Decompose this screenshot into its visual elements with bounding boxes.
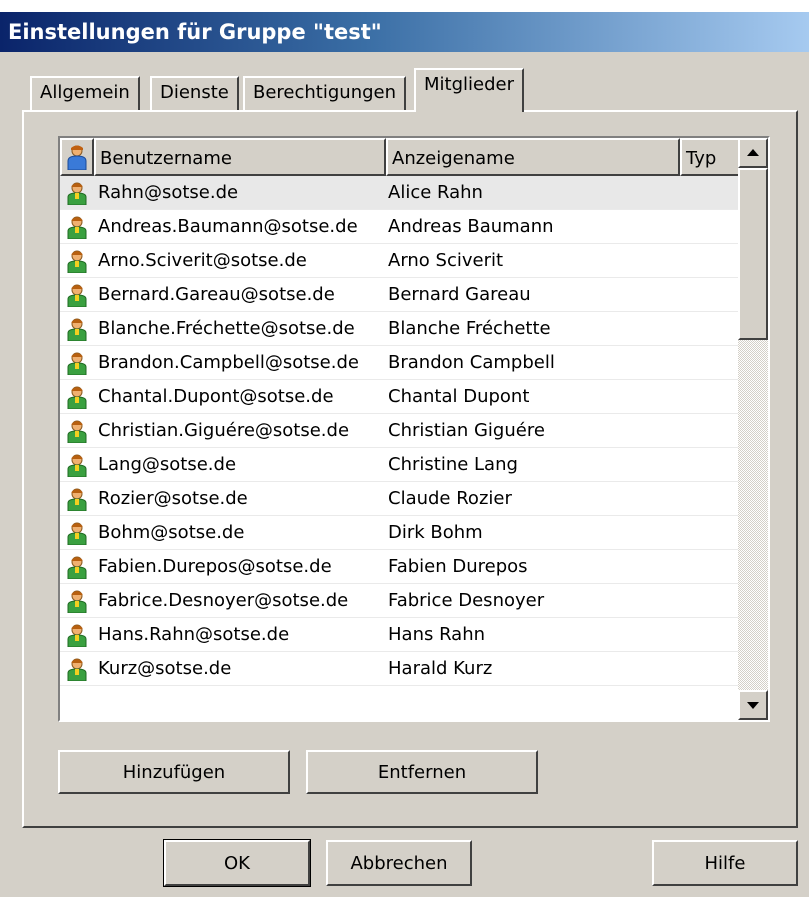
header-typ[interactable]: Typ	[680, 138, 740, 176]
scroll-up-button[interactable]	[738, 138, 768, 168]
header-anzeigename[interactable]: Anzeigename	[386, 138, 680, 176]
ok-button[interactable]: OK	[163, 839, 311, 887]
cell-benutzername: Kurz@sotse.de	[98, 658, 232, 679]
vertical-scrollbar[interactable]	[738, 138, 768, 720]
user-icon	[67, 590, 87, 613]
cell-anzeigename: Arno Sciverit	[388, 250, 504, 271]
cell-benutzername: Fabrice.Desnoyer@sotse.de	[98, 590, 349, 611]
table-row[interactable]: Kurz@sotse.de Harald Kurz	[60, 652, 740, 686]
user-icon	[67, 182, 87, 205]
cell-anzeigename: Chantal Dupont	[388, 386, 530, 407]
table-row[interactable]: Brandon.Campbell@sotse.de Brandon Campbel…	[60, 346, 740, 380]
users-header-icon	[67, 145, 87, 170]
cancel-button[interactable]: Abbrechen	[326, 840, 472, 886]
cell-anzeigename: Fabrice Desnoyer	[388, 590, 545, 611]
table-row[interactable]: Fabien.Durepos@sotse.de Fabien Durepos	[60, 550, 740, 584]
cell-benutzername: Brandon.Campbell@sotse.de	[98, 352, 359, 373]
top-strip	[0, 0, 809, 12]
table-row[interactable]: Chantal.Dupont@sotse.de Chantal Dupont	[60, 380, 740, 414]
table-row[interactable]: Hans.Rahn@sotse.de Hans Rahn	[60, 618, 740, 652]
cell-anzeigename: Christine Lang	[388, 454, 518, 475]
cell-benutzername: Bernard.Gareau@sotse.de	[98, 284, 335, 305]
table-row[interactable]: Andreas.Baumann@sotse.de Andreas Baumann	[60, 210, 740, 244]
add-member-button[interactable]: Hinzufügen	[58, 750, 290, 794]
user-icon	[67, 352, 87, 375]
cell-benutzername: Lang@sotse.de	[98, 454, 237, 475]
cell-benutzername: Christian.Giguére@sotse.de	[98, 420, 350, 441]
cell-anzeigename: Hans Rahn	[388, 624, 486, 645]
user-icon	[67, 556, 87, 579]
cell-anzeigename: Andreas Baumann	[388, 216, 554, 237]
members-list[interactable]: Benutzername Anzeigename Typ Rahn@sotse.…	[58, 136, 770, 722]
cell-anzeigename: Blanche Fréchette	[388, 318, 551, 339]
header-user-icon-column[interactable]	[60, 138, 94, 176]
cell-anzeigename: Brandon Campbell	[388, 352, 555, 373]
user-icon	[67, 658, 87, 681]
arrow-down-icon	[747, 702, 759, 709]
arrow-up-icon	[747, 149, 759, 156]
user-icon	[67, 454, 87, 477]
help-button[interactable]: Hilfe	[652, 840, 798, 886]
dialog-title: Einstellungen für Gruppe "test"	[0, 12, 809, 52]
scroll-thumb[interactable]	[738, 168, 768, 340]
user-icon	[67, 386, 87, 409]
table-row[interactable]: Fabrice.Desnoyer@sotse.de Fabrice Desnoye…	[60, 584, 740, 618]
cell-anzeigename: Harald Kurz	[388, 658, 493, 679]
cell-anzeigename: Dirk Bohm	[388, 522, 483, 543]
cell-benutzername: Arno.Sciverit@sotse.de	[98, 250, 307, 271]
table-row[interactable]: Bohm@sotse.de Dirk Bohm	[60, 516, 740, 550]
user-icon	[67, 284, 87, 307]
tab-allgemein[interactable]: Allgemein	[30, 76, 140, 110]
cell-anzeigename: Alice Rahn	[388, 182, 483, 203]
scroll-down-button[interactable]	[738, 690, 768, 720]
user-icon	[67, 522, 87, 545]
tab-berechtigungen[interactable]: Berechtigungen	[243, 76, 407, 110]
cell-benutzername: Rozier@sotse.de	[98, 488, 248, 509]
cell-benutzername: Bohm@sotse.de	[98, 522, 245, 543]
user-icon	[67, 250, 87, 273]
user-icon	[67, 624, 87, 647]
cell-anzeigename: Claude Rozier	[388, 488, 512, 509]
cell-benutzername: Hans.Rahn@sotse.de	[98, 624, 290, 645]
cell-benutzername: Blanche.Fréchette@sotse.de	[98, 318, 355, 339]
cell-anzeigename: Bernard Gareau	[388, 284, 531, 305]
tab-dienste[interactable]: Dienste	[150, 76, 239, 110]
list-header: Benutzername Anzeigename Typ	[60, 138, 740, 176]
table-row[interactable]: Bernard.Gareau@sotse.de Bernard Gareau	[60, 278, 740, 312]
user-icon	[67, 216, 87, 239]
table-row[interactable]: Lang@sotse.de Christine Lang	[60, 448, 740, 482]
header-benutzername[interactable]: Benutzername	[94, 138, 386, 176]
cell-benutzername: Chantal.Dupont@sotse.de	[98, 386, 334, 407]
table-row[interactable]: Blanche.Fréchette@sotse.de Blanche Fréche…	[60, 312, 740, 346]
cell-benutzername: Andreas.Baumann@sotse.de	[98, 216, 358, 237]
user-icon	[67, 420, 87, 443]
tab-mitglieder[interactable]: Mitglieder	[414, 68, 524, 112]
table-row[interactable]: Rozier@sotse.de Claude Rozier	[60, 482, 740, 516]
remove-member-button[interactable]: Entfernen	[306, 750, 538, 794]
cell-benutzername: Fabien.Durepos@sotse.de	[98, 556, 332, 577]
user-icon	[67, 488, 87, 511]
cell-anzeigename: Fabien Durepos	[388, 556, 528, 577]
cell-anzeigename: Christian Giguére	[388, 420, 545, 441]
table-row[interactable]: Arno.Sciverit@sotse.de Arno Sciverit	[60, 244, 740, 278]
table-row[interactable]: Christian.Giguére@sotse.de Christian Gigu…	[60, 414, 740, 448]
user-icon	[67, 318, 87, 341]
table-row[interactable]: Rahn@sotse.de Alice Rahn	[60, 176, 740, 210]
cell-benutzername: Rahn@sotse.de	[98, 182, 239, 203]
